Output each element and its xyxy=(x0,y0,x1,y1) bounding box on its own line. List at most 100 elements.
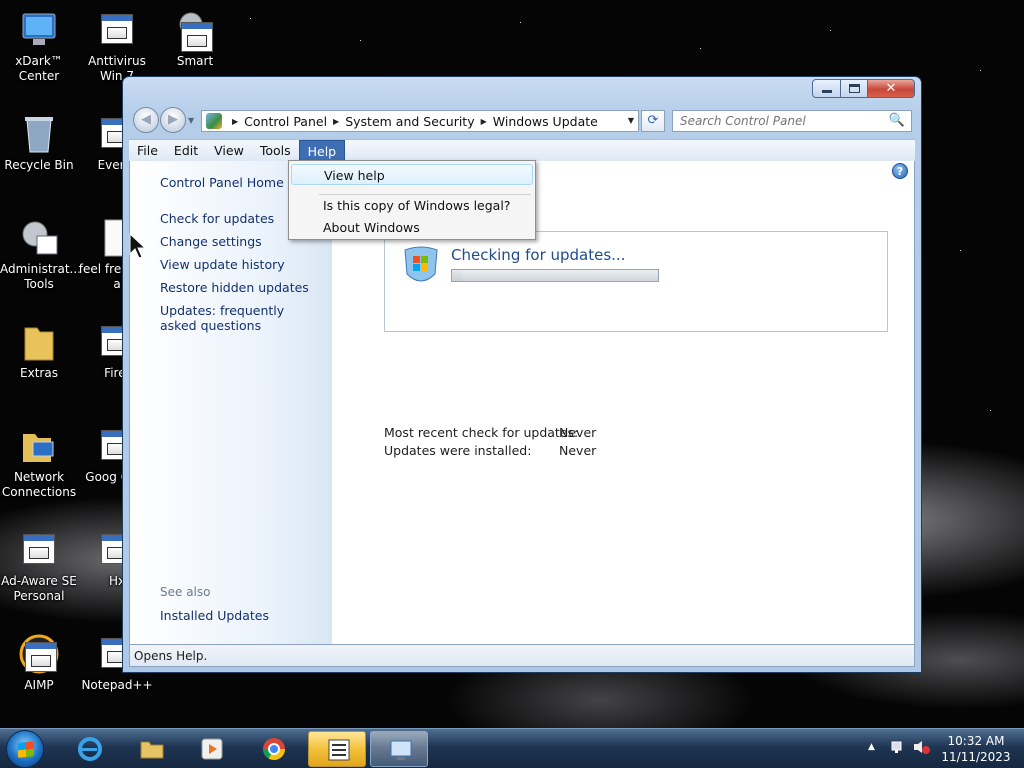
breadcrumb-separator-icon[interactable]: ▶ xyxy=(232,117,238,126)
desktop-icon-label: Smart xyxy=(176,54,214,68)
minimize-button[interactable] xyxy=(812,79,841,98)
control-panel-icon xyxy=(390,740,412,760)
start-button[interactable] xyxy=(6,730,44,768)
taskbar-control-panel[interactable] xyxy=(370,731,428,767)
desktop-icon-label: Extras xyxy=(20,366,58,380)
taskbar-file-explorer[interactable] xyxy=(122,731,180,767)
desktop-icon-recycle-bin[interactable]: Recycle Bin xyxy=(0,112,78,173)
tools-gear-icon xyxy=(17,216,61,260)
caption-buttons: ✕ xyxy=(812,79,915,98)
address-dropdown-icon[interactable]: ▼ xyxy=(628,116,634,125)
help-icon[interactable]: ? xyxy=(892,163,908,179)
control-panel-icon xyxy=(206,113,222,129)
gear-application-icon xyxy=(173,8,217,52)
menu-tools[interactable]: Tools xyxy=(252,140,299,161)
close-icon: ✕ xyxy=(885,81,897,96)
info-value: Never xyxy=(559,443,597,458)
info-label: Most recent check for updates: xyxy=(384,425,579,440)
search-input[interactable] xyxy=(673,111,883,131)
menu-item-windows-legal[interactable]: Is this copy of Windows legal? xyxy=(291,195,533,216)
menu-view[interactable]: View xyxy=(206,140,252,161)
media-player-icon xyxy=(201,738,223,760)
address-bar[interactable]: ▶ Control Panel ▶ System and Security ▶ … xyxy=(201,110,639,132)
update-progress-fill xyxy=(452,270,463,281)
view-update-history-link[interactable]: View update history xyxy=(160,257,320,272)
menu-help[interactable]: Help xyxy=(298,140,346,161)
search-icon[interactable]: 🔍 xyxy=(889,113,905,128)
status-bar: Opens Help. xyxy=(129,644,915,667)
info-row-updates-installed: Updates were installed: Never xyxy=(384,443,596,458)
chrome-icon xyxy=(263,738,285,760)
desktop-icon-network-connections[interactable]: Network Connections xyxy=(0,424,78,500)
back-arrow-icon: ◀ xyxy=(141,112,151,127)
taskbar: ▲ 10:32 AM 11/11/2023 xyxy=(0,728,1024,768)
search-box: 🔍 xyxy=(672,110,912,132)
navigation-bar: ◀ ▶ ▼ ▶ Control Panel ▶ System and Secur… xyxy=(129,105,915,135)
update-status-panel: Checking for updates... xyxy=(384,231,888,332)
taskbar-clock[interactable]: 10:32 AM 11/11/2023 xyxy=(936,733,1016,765)
menu-bar: File Edit View Tools Help xyxy=(129,139,915,161)
volume-muted-icon[interactable] xyxy=(912,739,930,755)
maximize-button[interactable] xyxy=(841,79,868,98)
desktop-icon-antivirus[interactable]: Anttivirus Win 7 xyxy=(78,8,156,84)
aimp-icon xyxy=(17,632,61,676)
menu-item-about-windows[interactable]: About Windows xyxy=(291,217,533,238)
info-row-recent-check: Most recent check for updates: Never xyxy=(384,425,596,440)
desktop-icon-ad-aware[interactable]: Ad-Aware SE Personal xyxy=(0,528,78,604)
close-button[interactable]: ✕ xyxy=(868,79,915,98)
desktop-icon-smart[interactable]: Smart xyxy=(156,8,234,69)
breadcrumb-separator-icon[interactable]: ▶ xyxy=(481,117,487,126)
update-progress-bar xyxy=(451,269,659,282)
restore-hidden-updates-link[interactable]: Restore hidden updates xyxy=(160,280,320,295)
info-label: Updates were installed: xyxy=(384,443,532,458)
application-icon xyxy=(95,8,139,52)
desktop-icon-label: Recycle Bin xyxy=(4,158,74,172)
updates-faq-link[interactable]: Updates: frequently asked questions xyxy=(160,303,320,333)
breadcrumb-separator-icon[interactable]: ▶ xyxy=(333,117,339,126)
status-text: Opens Help. xyxy=(134,649,208,663)
network-status-icon[interactable] xyxy=(890,739,906,755)
desktop-icon-label: AIMP xyxy=(24,678,54,692)
desktop-icon-label: Notepad++ xyxy=(81,678,153,692)
desktop-icon-aimp[interactable]: AIMP xyxy=(0,632,78,693)
menu-edit[interactable]: Edit xyxy=(166,140,206,161)
desktop-icon-label: Administrat... Tools xyxy=(0,262,81,291)
breadcrumb-control-panel[interactable]: Control Panel xyxy=(244,114,327,129)
menu-item-view-help[interactable]: View help xyxy=(291,164,533,185)
forward-button[interactable]: ▶ xyxy=(160,107,186,133)
taskbar-google-chrome[interactable] xyxy=(244,731,302,767)
desktop-icon-xdark-center[interactable]: xDark™ Center xyxy=(0,8,78,84)
see-also-heading: See also xyxy=(160,585,211,599)
back-button[interactable]: ◀ xyxy=(133,107,159,133)
desktop-icon-admin-tools[interactable]: Administrat... Tools xyxy=(0,216,81,292)
update-status-title: Checking for updates... xyxy=(451,246,626,264)
breadcrumb-windows-update[interactable]: Windows Update xyxy=(493,114,598,129)
refresh-button[interactable]: ⟳ xyxy=(641,110,665,132)
network-icon xyxy=(17,424,61,468)
windows-logo-icon xyxy=(18,741,34,758)
mouse-cursor-icon xyxy=(129,232,147,259)
minimize-icon xyxy=(821,90,832,93)
breadcrumb-system-and-security[interactable]: System and Security xyxy=(345,114,474,129)
folder-icon xyxy=(140,741,164,759)
recent-pages-dropdown-icon[interactable]: ▼ xyxy=(188,116,194,125)
taskbar-internet-explorer[interactable] xyxy=(60,731,118,767)
taskbar-notes-app[interactable] xyxy=(308,731,366,767)
windows-update-shield-icon xyxy=(401,244,441,288)
refresh-icon: ⟳ xyxy=(647,113,659,128)
menu-file[interactable]: File xyxy=(129,140,166,161)
monitor-icon xyxy=(17,8,61,52)
maximize-icon xyxy=(848,84,860,93)
clock-date: 11/11/2023 xyxy=(941,750,1011,764)
desktop-icon-extras[interactable]: Extras xyxy=(0,320,78,381)
desktop-icon-label: Network Connections xyxy=(1,470,77,499)
notes-list-icon xyxy=(328,739,350,761)
installed-updates-link[interactable]: Installed Updates xyxy=(160,608,320,623)
clock-time: 10:32 AM xyxy=(947,734,1005,748)
show-hidden-icons-button[interactable]: ▲ xyxy=(868,742,875,752)
desktop-icon-label: Ad-Aware SE Personal xyxy=(1,574,77,603)
taskbar-media-player[interactable] xyxy=(182,731,240,767)
info-value: Never xyxy=(559,425,597,440)
desktop-icon-label: xDark™ Center xyxy=(15,54,63,83)
internet-explorer-icon xyxy=(78,737,102,761)
